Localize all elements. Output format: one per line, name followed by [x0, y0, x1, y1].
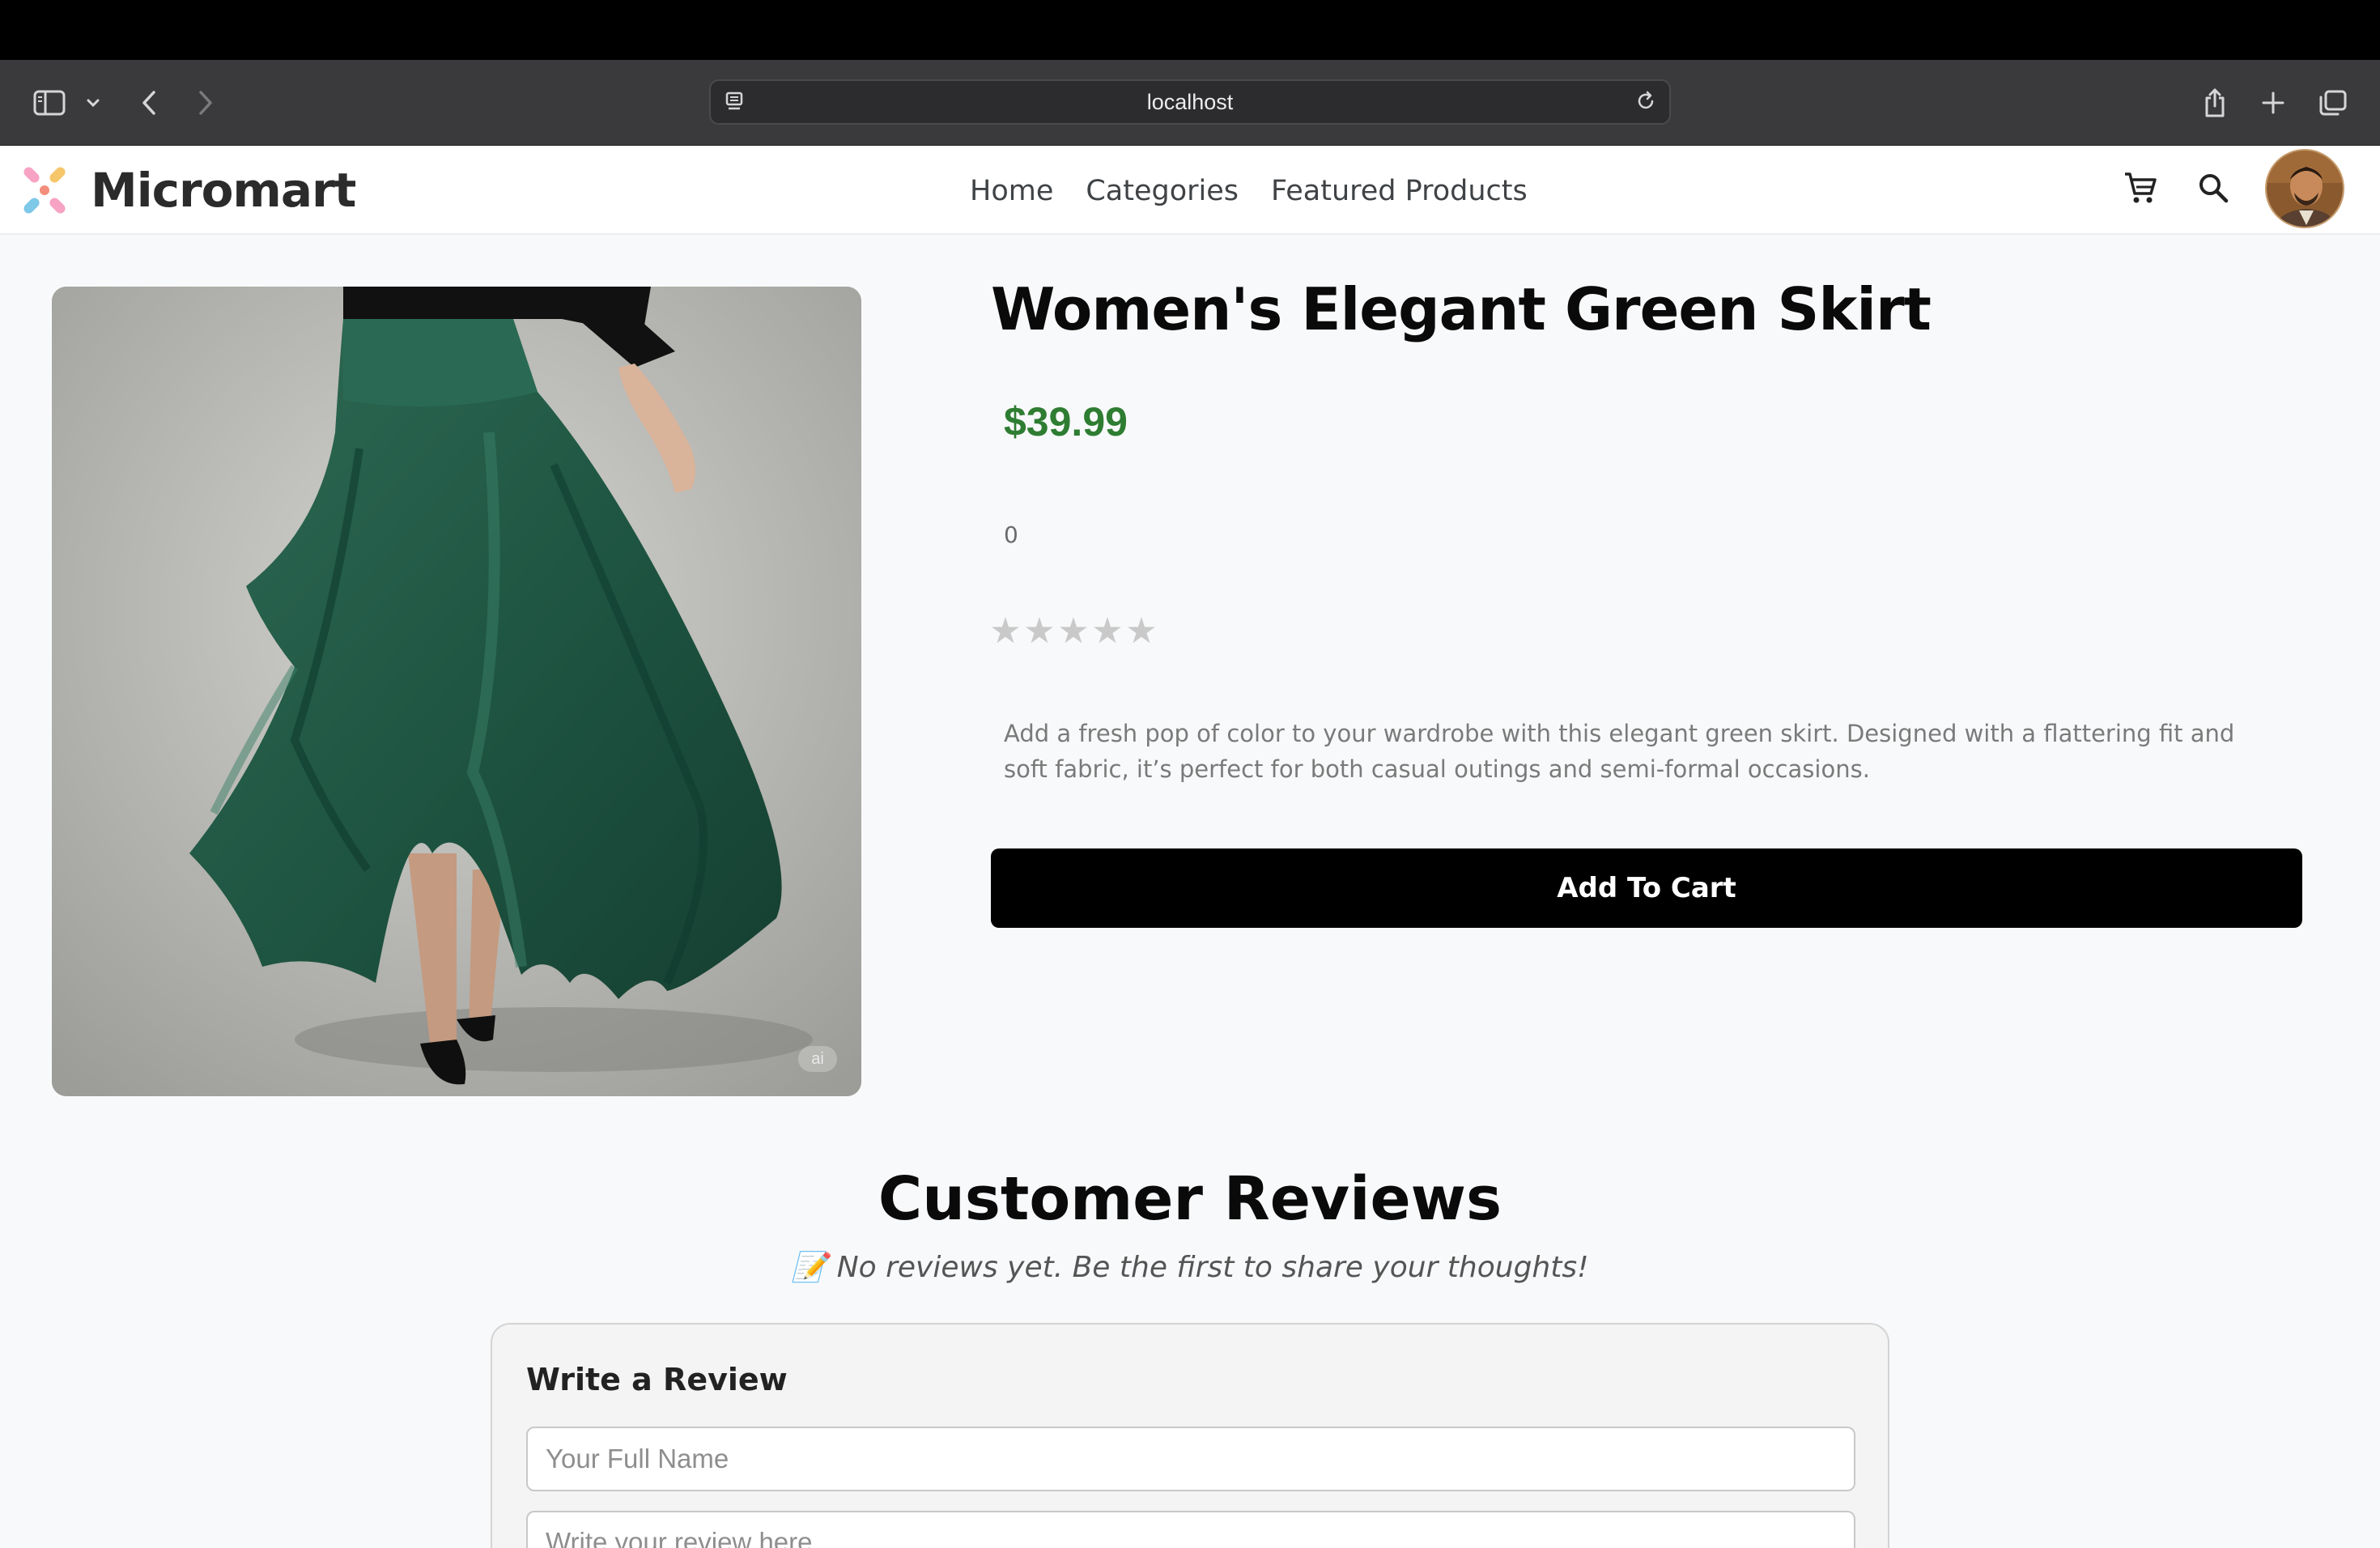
reload-icon[interactable] [1634, 89, 1660, 115]
forward-icon[interactable] [191, 60, 220, 146]
nav-featured-products[interactable]: Featured Products [1271, 175, 1528, 207]
search-icon[interactable] [2189, 164, 2238, 212]
product-description: Add a fresh pop of color to your wardrob… [1004, 720, 2235, 783]
tabs-overview-icon[interactable] [2317, 60, 2349, 146]
add-to-cart-button[interactable]: Add To Cart [991, 848, 2302, 928]
sidebar-icon[interactable] [29, 60, 70, 146]
nav-categories[interactable]: Categories [1086, 175, 1239, 207]
star-icon: ★ [989, 611, 1022, 651]
reviews-empty-message: 📝 No reviews yet. Be the first to share … [791, 1251, 1589, 1284]
product-image[interactable]: ai [52, 287, 861, 1096]
review-form-heading: Write a Review [526, 1362, 788, 1397]
rating-count: 0 [1004, 521, 1018, 548]
address-bar[interactable]: localhost [709, 79, 1671, 125]
image-ai-badge: ai [798, 1046, 837, 1072]
url-text: localhost [1146, 90, 1234, 114]
nav-home[interactable]: Home [970, 175, 1053, 207]
brand-logo-icon[interactable] [18, 164, 71, 217]
share-icon[interactable] [2199, 60, 2231, 146]
star-rating: ★ ★ ★ ★ ★ [989, 610, 1158, 653]
user-avatar[interactable] [2265, 149, 2344, 228]
review-textarea[interactable] [526, 1511, 1855, 1548]
star-icon: ★ [1057, 611, 1090, 651]
name-input[interactable] [526, 1427, 1855, 1491]
star-icon: ★ [1023, 611, 1056, 651]
product-title: Women's Elegant Green Skirt [991, 275, 1932, 343]
star-icon: ★ [1091, 611, 1124, 651]
cart-icon[interactable] [2116, 164, 2165, 212]
new-tab-icon[interactable] [2257, 60, 2289, 146]
reviews-title: Customer Reviews [878, 1164, 1502, 1234]
back-icon[interactable] [134, 60, 164, 146]
browser-toolbar: localhost [0, 60, 2380, 146]
product-price: $39.99 [1004, 399, 1128, 444]
main-nav: Home Categories Featured Products [970, 168, 1528, 214]
review-form: Write a Review [491, 1323, 1889, 1548]
star-icon: ★ [1125, 611, 1158, 651]
brand-name[interactable]: Micromart [91, 164, 356, 217]
site-header: Micromart Home Categories Featured Produ… [0, 146, 2380, 235]
system-top-bar [0, 0, 2380, 60]
chevron-down-icon[interactable] [81, 60, 105, 146]
